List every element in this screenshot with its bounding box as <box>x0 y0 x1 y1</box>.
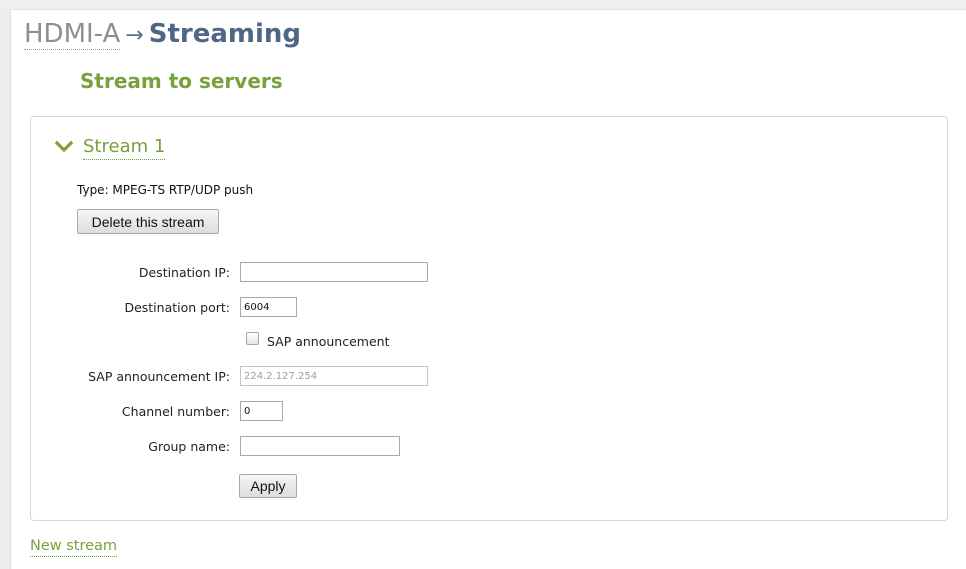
section-title: Stream to servers <box>80 69 283 93</box>
chevron-down-icon <box>55 140 73 153</box>
breadcrumb-source[interactable]: HDMI-A <box>24 19 121 50</box>
stream-type-text: Type: MPEG-TS RTP/UDP push <box>77 183 254 197</box>
group-name-field[interactable] <box>240 436 400 456</box>
stream-name-link[interactable]: Stream 1 <box>83 135 166 160</box>
apply-button[interactable]: Apply <box>239 474 297 498</box>
destination-port-label: Destination port: <box>124 300 230 315</box>
channel-number-field[interactable] <box>240 401 283 421</box>
new-stream-link[interactable]: New stream <box>30 536 118 557</box>
channel-number-label: Channel number: <box>121 404 230 419</box>
sap-announcement-checkbox[interactable] <box>246 332 259 345</box>
window-top-edge <box>0 0 966 10</box>
sap-announcement-ip-field[interactable] <box>240 366 428 386</box>
page-title: HDMI-A → Streaming <box>24 18 301 52</box>
window-left-edge <box>0 9 11 569</box>
destination-ip-label: Destination IP: <box>138 265 230 280</box>
destination-port-field[interactable] <box>240 297 297 317</box>
stream-panel <box>30 116 948 521</box>
group-name-label: Group name: <box>148 439 230 454</box>
sap-announcement-ip-label: SAP announcement IP: <box>88 369 230 384</box>
sap-announcement-label: SAP announcement <box>267 334 390 349</box>
stream-toggle[interactable]: Stream 1 <box>55 134 166 160</box>
delete-stream-button[interactable]: Delete this stream <box>77 209 219 234</box>
breadcrumb-arrow-icon: → <box>125 23 144 48</box>
breadcrumb-current: Streaming <box>148 19 301 49</box>
destination-ip-field[interactable] <box>240 262 428 282</box>
